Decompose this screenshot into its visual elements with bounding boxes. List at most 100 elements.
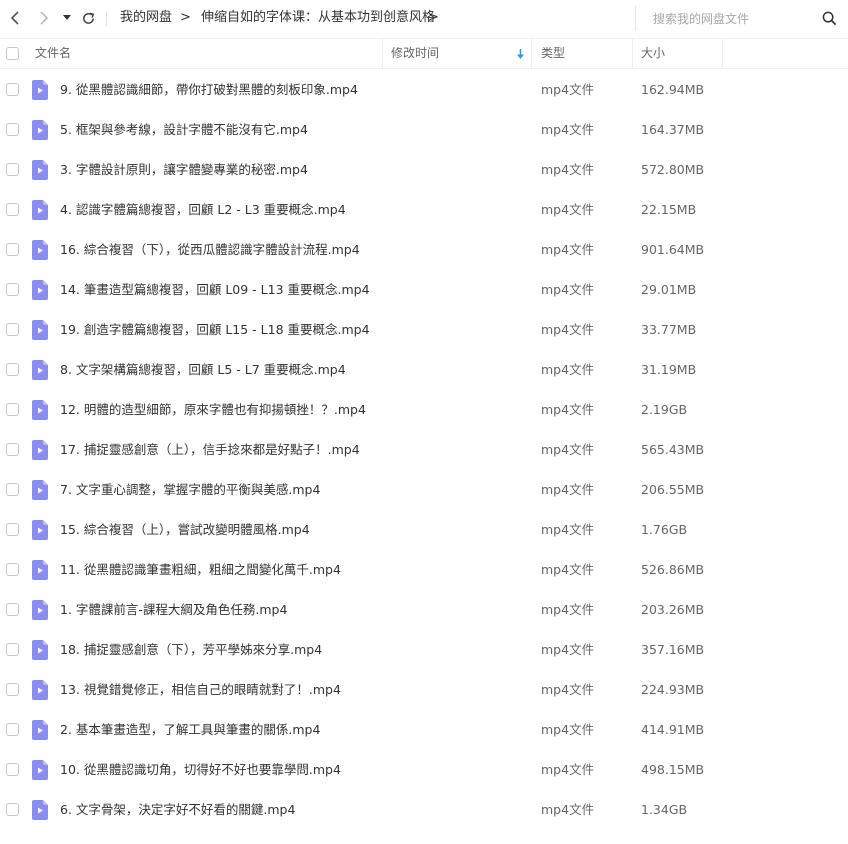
file-row[interactable]: 15. 綜合複習（上），嘗試改變明體風格.mp4 mp4文件 1.76GB [0, 510, 848, 550]
file-row[interactable]: 2. 基本筆畫造型，了解工具與筆畫的關係.mp4 mp4文件 414.91MB [0, 710, 848, 750]
file-name[interactable]: 17. 捕捉靈感創意（上），信手捻來都是好點子！.mp4 [60, 441, 360, 459]
file-size: 224.93MB [641, 682, 705, 697]
breadcrumb-root[interactable]: 我的网盘 [120, 9, 172, 27]
file-type: mp4文件 [541, 762, 595, 777]
file-row[interactable]: 1. 字體課前言-課程大綱及角色任務.mp4 mp4文件 203.26MB [0, 590, 848, 630]
file-name[interactable]: 15. 綜合複習（上），嘗試改變明體風格.mp4 [60, 521, 310, 539]
row-checkbox[interactable] [6, 683, 19, 696]
file-name[interactable]: 16. 綜合複習（下），從西瓜體認識字體設計流程.mp4 [60, 241, 360, 259]
file-name[interactable]: 11. 從黑體認識筆畫粗細，粗細之間變化萬千.mp4 [60, 561, 341, 579]
file-size: 162.94MB [641, 82, 705, 97]
file-row[interactable]: 16. 綜合複習（下），從西瓜體認識字體設計流程.mp4 mp4文件 901.64M… [0, 230, 848, 270]
row-checkbox[interactable] [6, 83, 19, 96]
row-checkbox[interactable] [6, 723, 19, 736]
row-checkbox[interactable] [6, 603, 19, 616]
file-type: mp4文件 [541, 442, 595, 457]
file-row[interactable]: 11. 從黑體認識筆畫粗細，粗細之間變化萬千.mp4 mp4文件 526.86MB [0, 550, 848, 590]
file-type: mp4文件 [541, 402, 595, 417]
file-name[interactable]: 4. 認識字體篇總複習，回顧 L2 - L3 重要概念.mp4 [60, 201, 346, 219]
chevron-right-icon[interactable] [35, 9, 53, 27]
file-name[interactable]: 19. 創造字體篇總複習，回顧 L15 - L18 重要概念.mp4 [60, 321, 370, 339]
search-icon[interactable] [822, 11, 838, 27]
row-checkbox[interactable] [6, 763, 19, 776]
file-type: mp4文件 [541, 282, 595, 297]
video-file-icon [32, 680, 48, 700]
file-name[interactable]: 8. 文字架構篇總複習，回顧 L5 - L7 重要概念.mp4 [60, 361, 346, 379]
file-row[interactable]: 17. 捕捉靈感創意（上），信手捻來都是好點子！.mp4 mp4文件 565.43M… [0, 430, 848, 470]
file-row[interactable]: 7. 文字重心調整，掌握字體的平衡與美感.mp4 mp4文件 206.55MB [0, 470, 848, 510]
breadcrumb-current[interactable]: 伸缩自如的字体课：从基本功到创意风格 [201, 9, 435, 27]
file-row[interactable]: 8. 文字架構篇總複習，回顧 L5 - L7 重要概念.mp4 mp4文件 31.1… [0, 350, 848, 390]
file-size: 357.16MB [641, 642, 705, 657]
file-type: mp4文件 [541, 122, 595, 137]
video-file-icon [32, 640, 48, 660]
column-modified[interactable]: 修改时间 [391, 39, 439, 68]
file-row[interactable]: 4. 認識字體篇總複習，回顧 L2 - L3 重要概念.mp4 mp4文件 22.1… [0, 190, 848, 230]
video-file-icon [32, 80, 48, 100]
file-row[interactable]: 12. 明體的造型細節，原來字體也有抑揚頓挫！？.mp4 mp4文件 2.19GB [0, 390, 848, 430]
row-checkbox[interactable] [6, 203, 19, 216]
select-all-checkbox[interactable] [6, 47, 19, 60]
sort-down-arrow-icon[interactable] [516, 49, 525, 60]
file-name[interactable]: 3. 字體設計原則，讓字體變專業的秘密.mp4 [60, 161, 308, 179]
file-name[interactable]: 9. 從黑體認識細節，帶你打破對黑體的刻板印象.mp4 [60, 81, 358, 99]
row-checkbox[interactable] [6, 803, 19, 816]
row-checkbox[interactable] [6, 523, 19, 536]
row-checkbox[interactable] [6, 403, 19, 416]
file-type: mp4文件 [541, 602, 595, 617]
file-row[interactable]: 3. 字體設計原則，讓字體變專業的秘密.mp4 mp4文件 572.80MB [0, 150, 848, 190]
file-name[interactable]: 1. 字體課前言-課程大綱及角色任務.mp4 [60, 601, 287, 619]
row-checkbox[interactable] [6, 643, 19, 656]
search-input[interactable] [653, 9, 813, 29]
row-checkbox[interactable] [6, 163, 19, 176]
row-checkbox[interactable] [6, 443, 19, 456]
file-name[interactable]: 10. 從黑體認識切角，切得好不好也要靠學問.mp4 [60, 761, 341, 779]
file-row[interactable]: 6. 文字骨架，決定字好不好看的關鍵.mp4 mp4文件 1.34GB [0, 790, 848, 830]
row-checkbox[interactable] [6, 363, 19, 376]
file-row[interactable]: 18. 捕捉靈感創意（下），芳平學姊來分享.mp4 mp4文件 357.16MB [0, 630, 848, 670]
file-name[interactable]: 14. 筆畫造型篇總複習，回顧 L09 - L13 重要概念.mp4 [60, 281, 370, 299]
file-name[interactable]: 12. 明體的造型細節，原來字體也有抑揚頓挫！？.mp4 [60, 401, 366, 419]
row-checkbox[interactable] [6, 283, 19, 296]
file-type: mp4文件 [541, 162, 595, 177]
file-row[interactable]: 5. 框架與參考線，設計字體不能沒有它.mp4 mp4文件 164.37MB [0, 110, 848, 150]
file-name[interactable]: 5. 框架與參考線，設計字體不能沒有它.mp4 [60, 121, 308, 139]
column-name[interactable]: 文件名 [35, 39, 71, 68]
file-row[interactable]: 10. 從黑體認識切角，切得好不好也要靠學問.mp4 mp4文件 498.15MB [0, 750, 848, 790]
file-size: 29.01MB [641, 282, 697, 297]
file-size: 526.86MB [641, 562, 705, 577]
file-name[interactable]: 6. 文字骨架，決定字好不好看的關鍵.mp4 [60, 801, 295, 819]
file-type: mp4文件 [541, 682, 595, 697]
row-checkbox[interactable] [6, 243, 19, 256]
file-row[interactable]: 13. 視覺錯覺修正，相信自己的眼睛就對了！.mp4 mp4文件 224.93MB [0, 670, 848, 710]
breadcrumb-separator: > [180, 10, 191, 25]
file-name[interactable]: 7. 文字重心調整，掌握字體的平衡與美感.mp4 [60, 481, 320, 499]
row-checkbox[interactable] [6, 563, 19, 576]
file-row[interactable]: 19. 創造字體篇總複習，回顧 L15 - L18 重要概念.mp4 mp4文件 3… [0, 310, 848, 350]
file-type: mp4文件 [541, 722, 595, 737]
video-file-icon [32, 760, 48, 780]
row-checkbox[interactable] [6, 323, 19, 336]
file-name[interactable]: 2. 基本筆畫造型，了解工具與筆畫的關係.mp4 [60, 721, 320, 739]
chevron-left-icon[interactable] [6, 9, 24, 27]
video-file-icon [32, 720, 48, 740]
file-name[interactable]: 13. 視覺錯覺修正，相信自己的眼睛就對了！.mp4 [60, 681, 341, 699]
row-checkbox[interactable] [6, 483, 19, 496]
refresh-icon[interactable] [79, 9, 97, 27]
file-size: 33.77MB [641, 322, 697, 337]
row-checkbox[interactable] [6, 123, 19, 136]
file-name[interactable]: 18. 捕捉靈感創意（下），芳平學姊來分享.mp4 [60, 641, 322, 659]
top-bar: 我的网盘 > 伸缩自如的字体课：从基本功到创意风格 > [0, 0, 848, 37]
column-divider [722, 39, 723, 68]
file-size: 206.55MB [641, 482, 705, 497]
toolbar-divider [106, 11, 107, 26]
file-row[interactable]: 14. 筆畫造型篇總複習，回顧 L09 - L13 重要概念.mp4 mp4文件 2… [0, 270, 848, 310]
caret-down-icon[interactable] [58, 9, 76, 27]
column-size[interactable]: 大小 [641, 39, 665, 68]
file-size: 565.43MB [641, 442, 705, 457]
file-size: 22.15MB [641, 202, 697, 217]
file-row[interactable]: 9. 從黑體認識細節，帶你打破對黑體的刻板印象.mp4 mp4文件 162.94MB [0, 70, 848, 110]
column-type[interactable]: 类型 [541, 39, 565, 68]
video-file-icon [32, 280, 48, 300]
file-size: 1.34GB [641, 802, 688, 817]
